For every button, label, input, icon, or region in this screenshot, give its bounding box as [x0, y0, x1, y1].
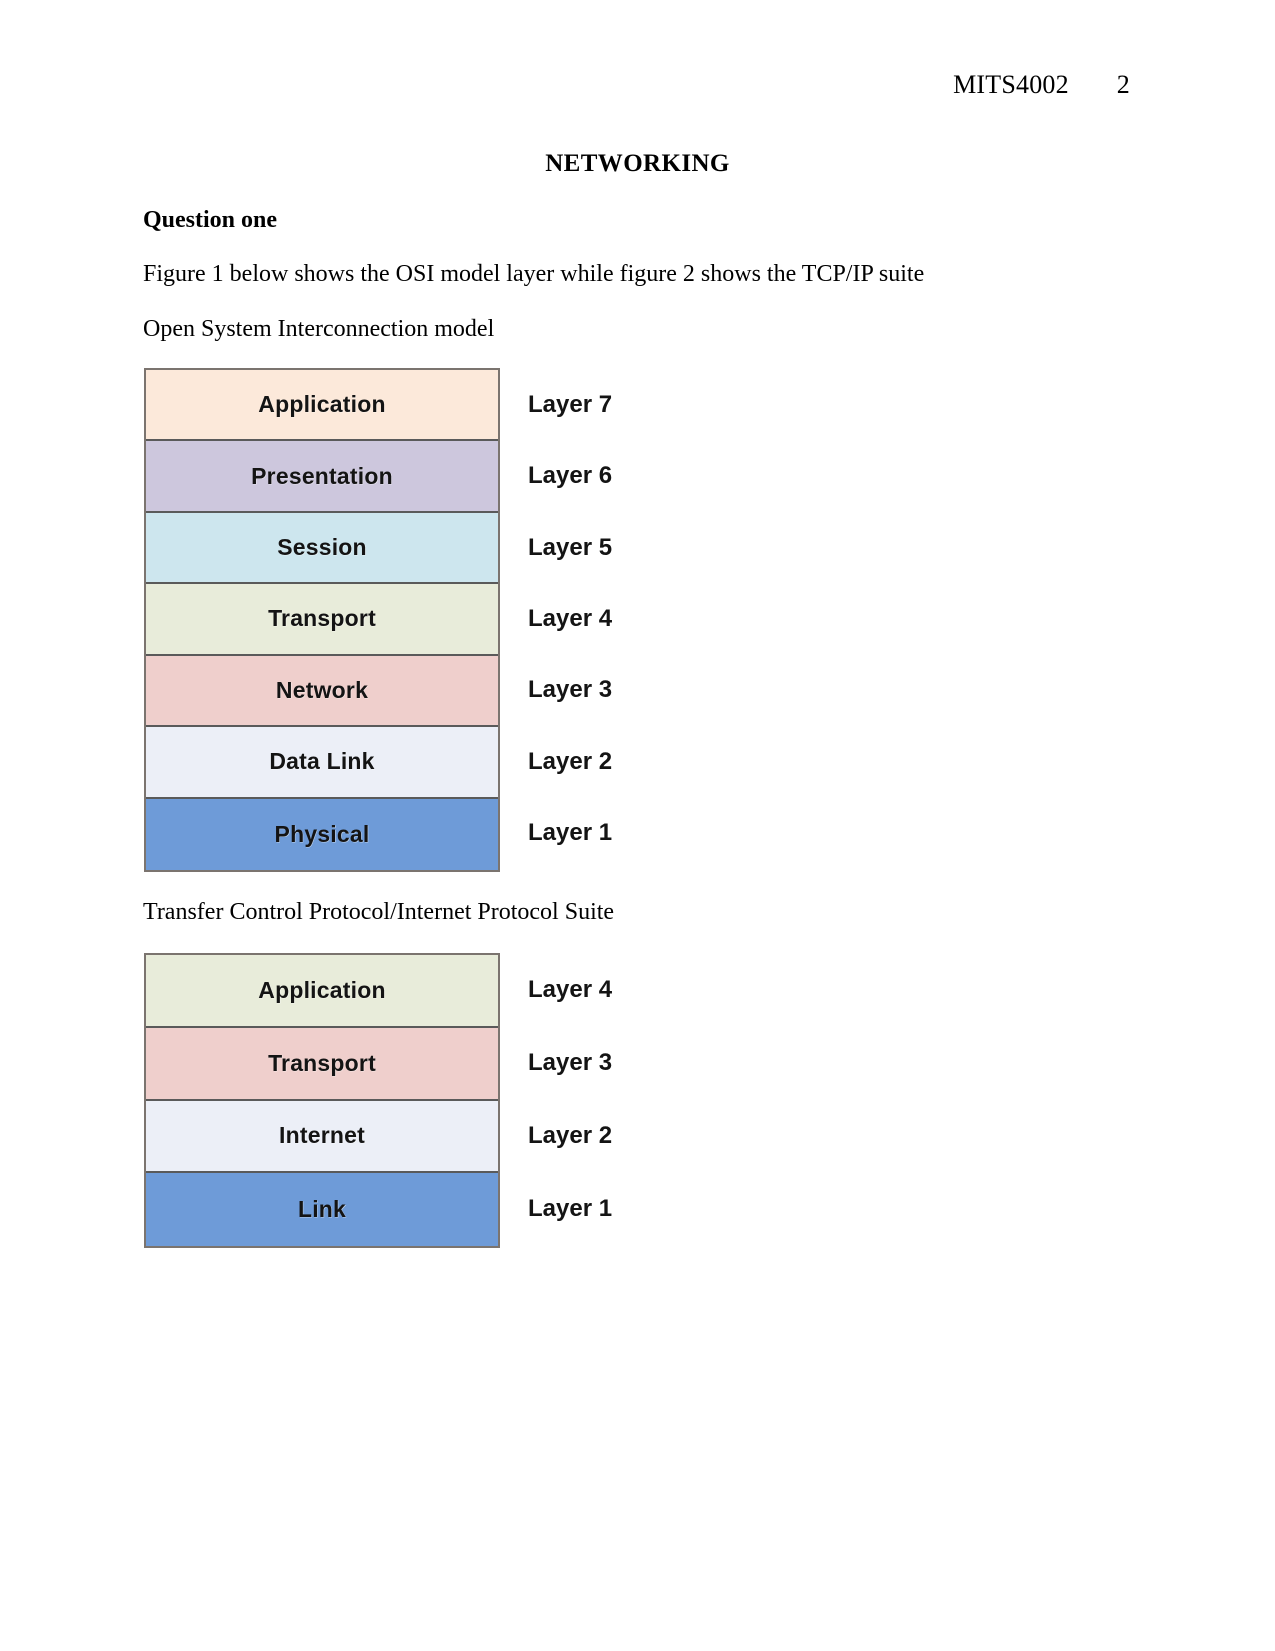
stack-row-label: Transport — [268, 1049, 376, 1076]
stack-row: Link — [146, 1173, 498, 1246]
stack-row-label: Application — [258, 391, 386, 418]
course-code: MITS4002 — [953, 70, 1069, 99]
stack-row: Presentation — [146, 441, 498, 513]
stack-row: Network — [146, 655, 498, 728]
layer-number-tag: Layer 2 — [528, 747, 613, 775]
layer-number-tag: Layer 7 — [528, 390, 613, 418]
stack-row: Transport — [146, 1027, 498, 1101]
layer-number-tag: Layer 3 — [528, 676, 613, 704]
osi-layer-boxes: Application Presentation Session Transport N… — [144, 368, 500, 872]
layer-number-tag: Layer 3 — [528, 1049, 613, 1077]
layer-number-tag: Layer 2 — [528, 1121, 613, 1149]
stack-row-label: Session — [277, 534, 367, 561]
stack-row: Data Link — [146, 727, 498, 799]
stack-row: Session — [146, 512, 498, 585]
page-title: NETWORKING — [545, 150, 730, 177]
stack-row: Transport — [146, 584, 498, 656]
stack-row: Physical — [146, 798, 498, 870]
intro-paragraph: Figure 1 below shows the OSI model layer… — [143, 261, 925, 287]
stack-row-label: Physical — [274, 820, 370, 847]
layer-number-tag: Layer 1 — [528, 1194, 613, 1222]
layer-number-tag: Layer 6 — [528, 462, 613, 490]
stack-row: Application — [146, 955, 498, 1028]
layer-number-tag: Layer 4 — [528, 605, 613, 632]
stack-row-label: Data Link — [269, 748, 375, 775]
stack-row-label: Presentation — [251, 462, 393, 489]
layer-number-tag: Layer 5 — [528, 533, 613, 561]
layer-number-tag: Layer 4 — [528, 976, 613, 1004]
osi-caption: Open System Interconnection model — [143, 316, 495, 342]
tcpip-layer-boxes: Application Transport Internet Link — [144, 953, 500, 1248]
running-header: MITS4002 2 — [953, 70, 1130, 100]
document-page: MITS4002 2 NETWORKING Question one Figur… — [0, 0, 1275, 1651]
stack-row-label: Network — [275, 676, 369, 703]
stack-row-label: Internet — [279, 1122, 365, 1149]
page-number: 2 — [1116, 70, 1130, 99]
stack-row: Internet — [146, 1100, 498, 1174]
layer-number-tag: Layer 1 — [528, 819, 613, 847]
tcpip-caption: Transfer Control Protocol/Internet Proto… — [143, 899, 615, 925]
section-heading-question-one: Question one — [143, 207, 278, 233]
stack-row: Application — [146, 370, 498, 442]
stack-row-label: Application — [258, 976, 386, 1003]
stack-row-label: Transport — [268, 605, 376, 632]
stack-row-label: Link — [297, 1196, 347, 1223]
